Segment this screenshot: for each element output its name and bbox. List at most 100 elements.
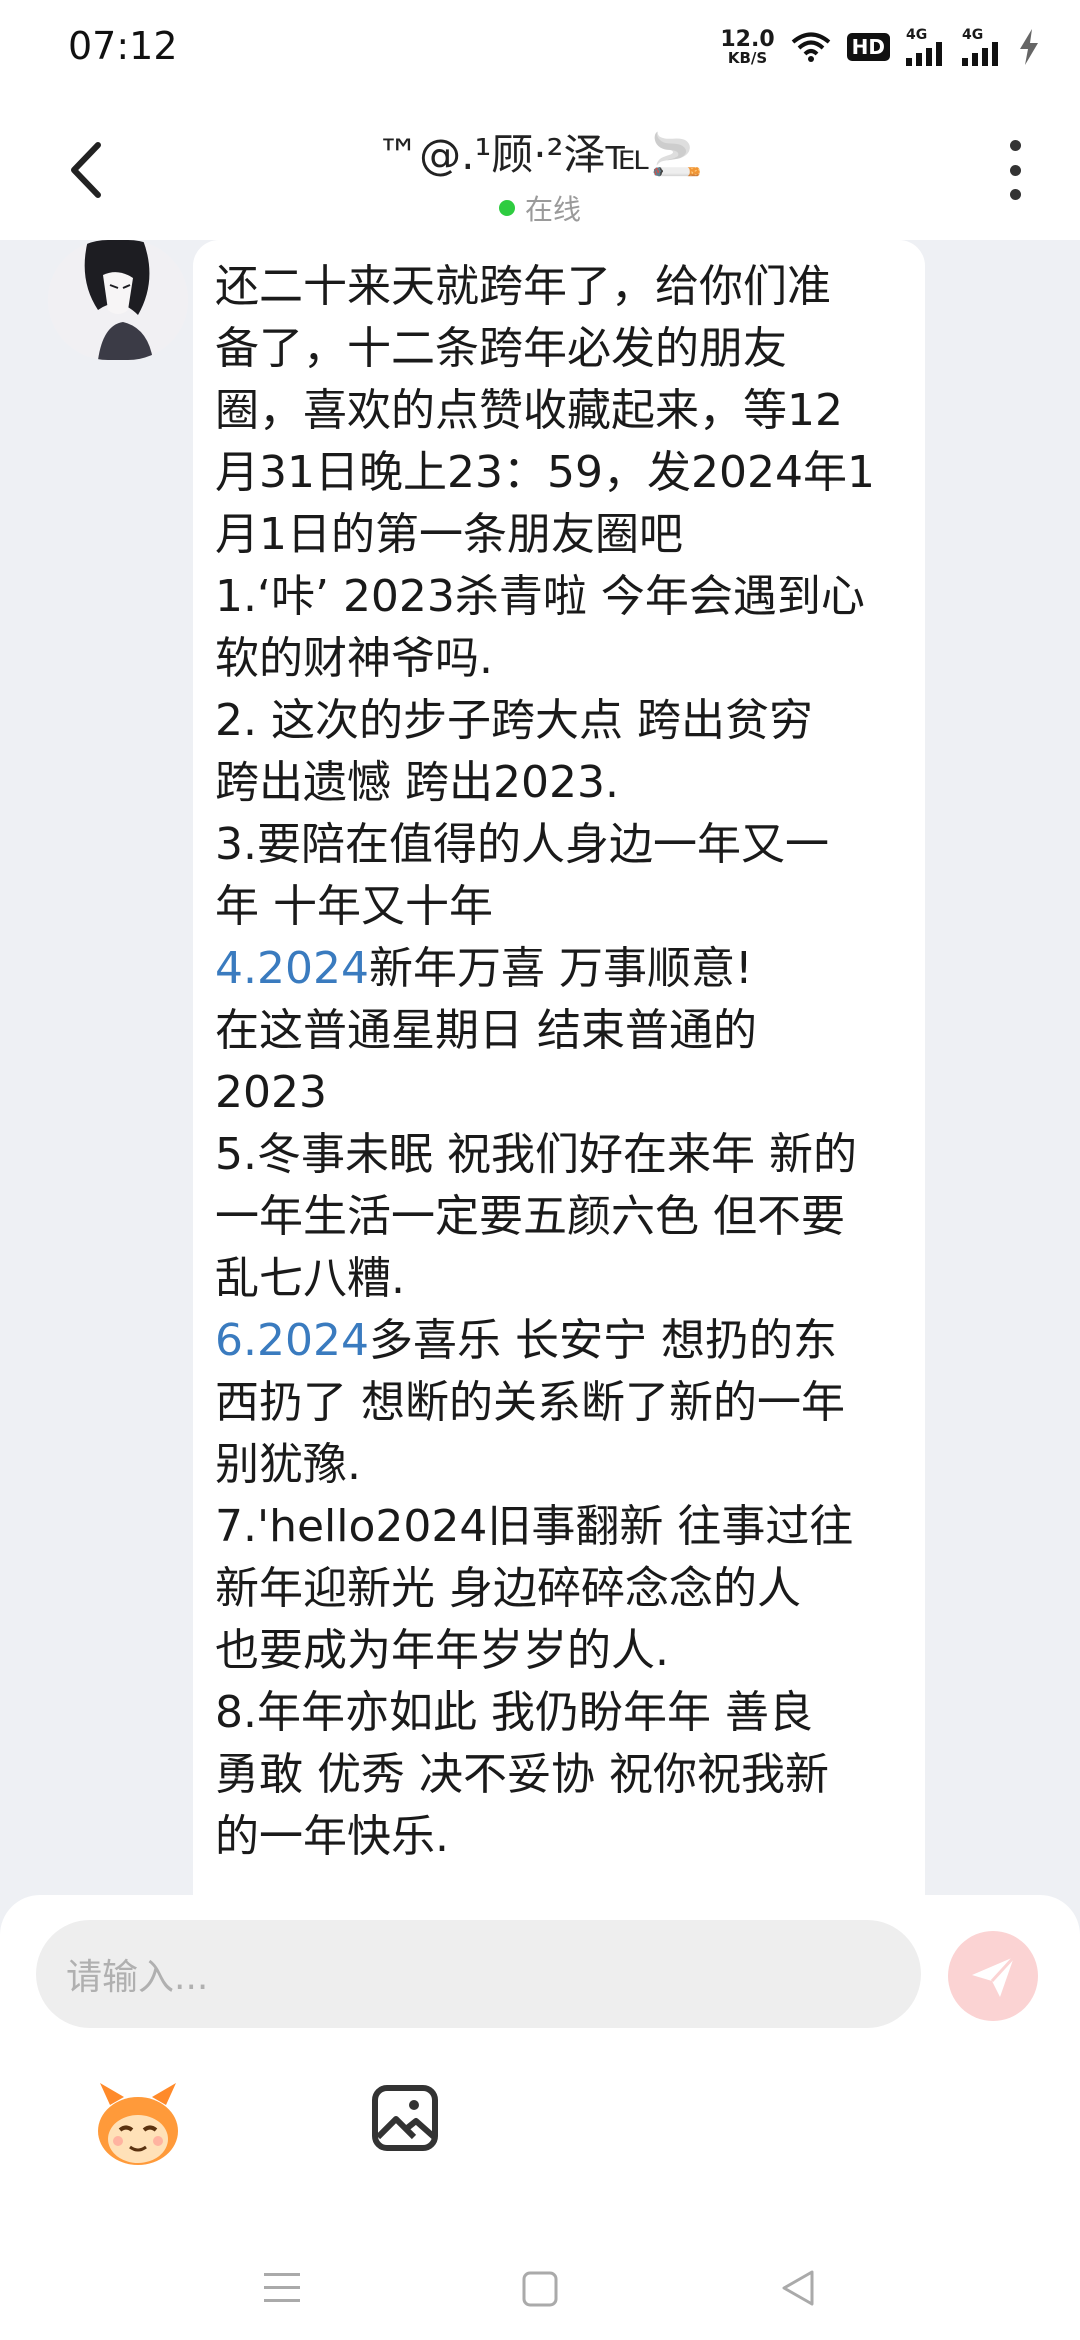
message-line: 软的财神爷吗. [215, 628, 905, 690]
message-line: 月1日的第一条朋友圈吧 [215, 504, 905, 566]
avatar[interactable] [48, 240, 188, 360]
message-line-text: 还二十来天就跨年了，给你们准 [215, 261, 831, 312]
message-line-text: 5.冬事未眠 祝我们好在来年 新的 [215, 1129, 857, 1180]
message-line: 一年生活一定要五颜六色 但不要 [215, 1186, 905, 1248]
status-time: 07:12 [68, 24, 178, 68]
send-icon [972, 1955, 1016, 1997]
message-line: 5.冬事未眠 祝我们好在来年 新的 [215, 1124, 905, 1186]
hd-badge: HD [846, 33, 890, 61]
wifi-icon [791, 32, 830, 62]
message-line: 勇敢 优秀 决不妥协 祝你祝我新 [215, 1744, 905, 1806]
message-line: 2. 这次的步子跨大点 跨出贫穷 [215, 690, 905, 752]
message-line-text: 圈，喜欢的点赞收藏起来，等12 [215, 385, 843, 436]
message-text: 还二十来天就跨年了，给你们准 备了，十二条跨年必发的朋友圈，喜欢的点赞收藏起来，等… [215, 256, 905, 1868]
message-line: 在这普通星期日 结束普通的 [215, 1000, 905, 1062]
online-status-text: 在线 [524, 193, 581, 226]
more-options-button[interactable] [1000, 140, 1030, 200]
message-line: 西扔了 想断的关系断了新的一年 [215, 1372, 905, 1434]
message-line-text: 勇敢 优秀 决不妥协 祝你祝我新 [215, 1749, 829, 1800]
more-vertical-icon [1009, 140, 1021, 151]
message-line-text: 一年生活一定要五颜六色 但不要 [215, 1191, 845, 1242]
chevron-left-icon [71, 142, 101, 198]
message-line-text: 3.要陪在值得的人身边一年又一 [215, 819, 829, 870]
message-line: 圈，喜欢的点赞收藏起来，等12 [215, 380, 905, 442]
home-square-icon [522, 2271, 558, 2307]
message-input[interactable]: 请输入... [36, 1920, 921, 2028]
image-button[interactable] [370, 2083, 440, 2153]
more-vertical-icon [1009, 164, 1021, 176]
message-line: 3.要陪在值得的人身边一年又一 [215, 814, 905, 876]
message-line-text: 月1日的第一条朋友圈吧 [215, 509, 683, 560]
message-line-text: 年 十年又十年 [215, 881, 493, 932]
message-line-text: 7.'hello2024旧事翻新 往事过往 [215, 1501, 854, 1552]
message-line-text: 乱七八糟. [215, 1253, 405, 1304]
chat-header: ™@.¹顾·²泽℡🚬 在线 [0, 95, 1080, 240]
message-line: 7.'hello2024旧事翻新 往事过往 [215, 1496, 905, 1558]
chat-title: ™@.¹顾·²泽℡🚬 [377, 130, 703, 179]
message-line: 月31日晚上23：59，发2024年1 [215, 442, 905, 504]
message-line-text: 备了，十二条跨年必发的朋友 [215, 323, 787, 374]
message-link[interactable]: 4.2024 [215, 943, 369, 994]
message-line: 别犹豫. [215, 1434, 905, 1496]
message-line-text: 新年万喜 万事顺意! [368, 943, 753, 994]
message-line-text: 多喜乐 长安宁 想扔的东 [368, 1315, 837, 1366]
message-line: 1.‘咔’ 2023杀青啦 今年会遇到心 [215, 566, 905, 628]
message-line-text: 西扔了 想断的关系断了新的一年 [215, 1377, 845, 1428]
message-line-text: 在这普通星期日 结束普通的 [215, 1005, 757, 1056]
sim1-label: 4G [906, 27, 928, 43]
system-nav-bar [0, 2220, 1080, 2340]
message-line-text: 2023 [215, 1067, 327, 1118]
nav-home-button[interactable] [521, 2270, 559, 2308]
status-bar: 07:12 12.0 KB/S HD 4G 4G [0, 0, 1080, 95]
message-line: 4.2024新年万喜 万事顺意! [215, 938, 905, 1000]
message-line-text: 别犹豫. [215, 1439, 361, 1490]
message-line: 的一年快乐. [215, 1806, 905, 1868]
online-status: 在线 [240, 188, 840, 228]
message-line-text: 月31日晚上23：59，发2024年1 [215, 447, 875, 498]
network-speed: 12.0 KB/S [720, 26, 775, 67]
image-icon [372, 2085, 438, 2151]
message-line-text: 1.‘咔’ 2023杀青啦 今年会遇到心 [215, 571, 865, 622]
sim2-label: 4G [962, 27, 984, 43]
nav-back-button[interactable] [778, 2268, 818, 2308]
avatar-image [48, 240, 188, 360]
message-line: 8.年年亦如此 我仍盼年年 善良 [215, 1682, 905, 1744]
message-line-text: 新年迎新光 身边碎碎念念的人 [215, 1563, 801, 1614]
message-line: 也要成为年年岁岁的人. [215, 1620, 905, 1682]
signal-icon [962, 42, 998, 66]
message-line: 还二十来天就跨年了，给你们准 [215, 256, 905, 318]
back-button[interactable] [60, 135, 120, 205]
message-line: 新年迎新光 身边碎碎念念的人 [215, 1558, 905, 1620]
message-line-text: 软的财神爷吗. [215, 633, 493, 684]
nav-recents-button[interactable] [262, 2270, 302, 2306]
signal-sim2: 4G [962, 28, 1002, 66]
signal-sim1: 4G [906, 28, 946, 66]
message-line: 乱七八糟. [215, 1248, 905, 1310]
battery-charging-icon [1020, 29, 1038, 65]
send-button[interactable] [948, 1931, 1038, 2021]
message-line-text: 8.年年亦如此 我仍盼年年 善良 [215, 1687, 813, 1738]
message-line: 6.2024多喜乐 长安宁 想扔的东 [215, 1310, 905, 1372]
online-dot [498, 200, 515, 216]
message-bubble[interactable]: 还二十来天就跨年了，给你们准 备了，十二条跨年必发的朋友圈，喜欢的点赞收藏起来，等… [193, 240, 925, 1895]
message-line: 备了，十二条跨年必发的朋友 [215, 318, 905, 380]
message-line-text: 跨出遗憾 跨出2023. [215, 757, 619, 808]
triangle-back-icon [782, 2270, 814, 2306]
sticker-button[interactable] [90, 2075, 186, 2171]
message-line-text: 2. 这次的步子跨大点 跨出贫穷 [215, 695, 813, 746]
more-vertical-icon [1009, 189, 1021, 200]
network-speed-value: 12.0 [720, 26, 775, 52]
message-line: 年 十年又十年 [215, 876, 905, 938]
message-line: 跨出遗憾 跨出2023. [215, 752, 905, 814]
sticker-icon [98, 2083, 178, 2165]
message-line: 2023 [215, 1062, 905, 1124]
message-line-text: 的一年快乐. [215, 1811, 449, 1862]
menu-icon [264, 2273, 300, 2302]
chat-title-block: ™@.¹顾·²泽℡🚬 在线 [240, 121, 840, 228]
message-link[interactable]: 6.2024 [215, 1315, 369, 1366]
message-line-text: 也要成为年年岁岁的人. [215, 1625, 669, 1676]
message-list[interactable]: 还二十来天就跨年了，给你们准 备了，十二条跨年必发的朋友圈，喜欢的点赞收藏起来，等… [0, 240, 1080, 1895]
status-icons: 12.0 KB/S HD 4G 4G [720, 22, 1040, 72]
signal-icon [906, 42, 942, 66]
network-speed-unit: KB/S [727, 48, 768, 67]
